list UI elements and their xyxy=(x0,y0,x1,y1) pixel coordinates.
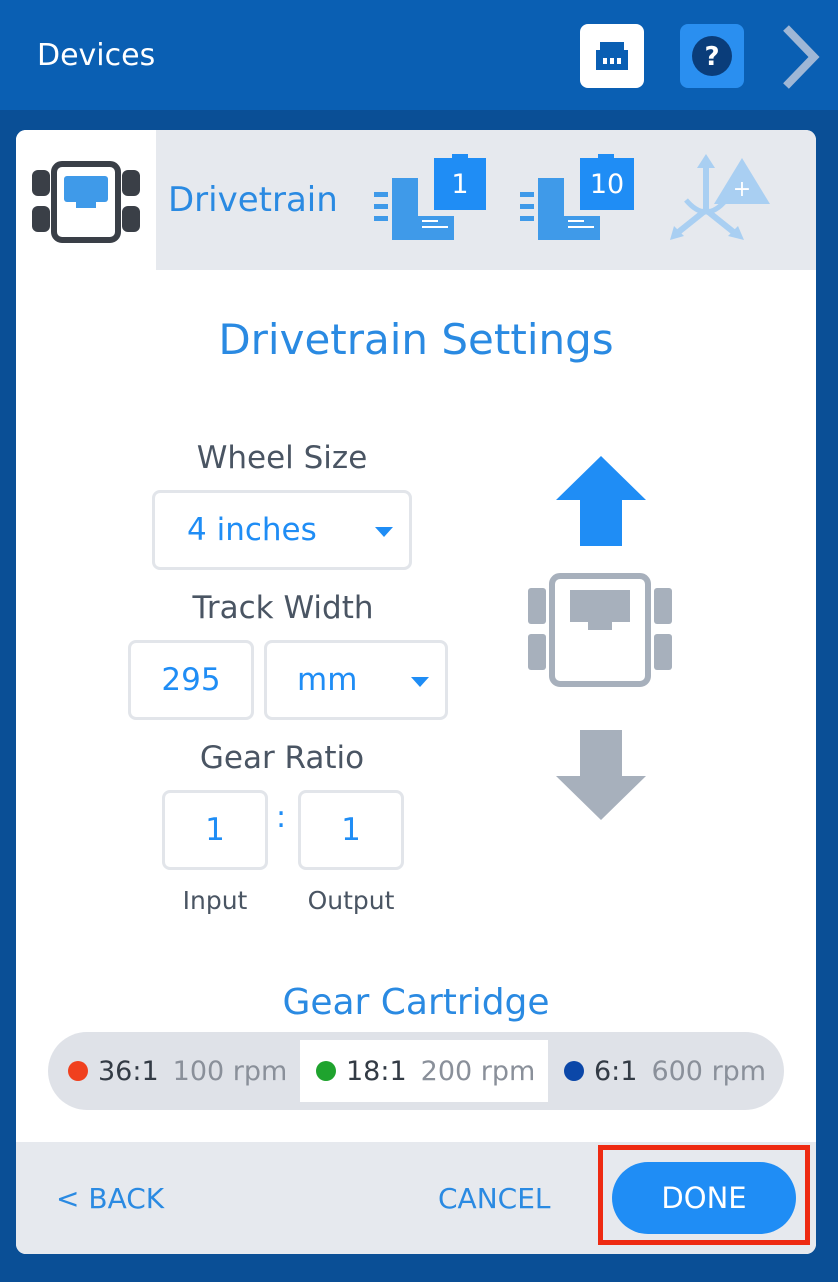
gear-ratio-input-value: 1 xyxy=(205,812,225,848)
robot-top-view-icon xyxy=(528,573,672,687)
port-button[interactable] xyxy=(580,24,644,88)
cancel-button[interactable]: CANCEL xyxy=(438,1182,551,1215)
ethernet-port-icon xyxy=(596,42,628,70)
done-highlight-box xyxy=(598,1145,810,1245)
wheel-size-select[interactable]: 4 inches xyxy=(152,490,412,570)
gear-ratio-output-value: 1 xyxy=(341,812,361,848)
cartridge-ratio: 6:1 xyxy=(594,1055,638,1087)
top-bar: Devices ? xyxy=(0,0,838,110)
arrow-up-icon xyxy=(556,456,646,546)
tab-add-sensor[interactable]: + xyxy=(666,152,776,252)
cartridge-rpm: 100 rpm xyxy=(172,1055,288,1087)
cartridge-ratio: 18:1 xyxy=(346,1055,407,1087)
gear-ratio-output-label: Output xyxy=(307,886,395,915)
svg-text:+: + xyxy=(733,177,751,202)
gear-cartridge-selector: 36:1 100 rpm 18:1 200 rpm 6:1 600 rpm xyxy=(48,1032,784,1110)
settings-title: Drivetrain Settings xyxy=(218,315,614,364)
cartridge-ratio: 36:1 xyxy=(98,1055,159,1087)
green-cartridge-dot xyxy=(316,1061,336,1081)
arrow-down-icon xyxy=(556,730,646,820)
track-width-unit-select[interactable]: mm xyxy=(264,640,448,720)
gear-ratio-label: Gear Ratio xyxy=(199,740,365,776)
svg-text:?: ? xyxy=(704,42,719,72)
ratio-separator: : xyxy=(276,800,287,835)
back-button[interactable]: < BACK xyxy=(56,1182,164,1215)
wheel-size-label: Wheel Size xyxy=(196,440,368,476)
red-cartridge-dot xyxy=(68,1061,88,1081)
cartridge-option-36-1[interactable]: 36:1 100 rpm xyxy=(68,1040,298,1102)
question-icon: ? xyxy=(692,36,732,76)
gear-ratio-input-label: Input xyxy=(182,886,248,915)
track-width-label: Track Width xyxy=(192,590,374,626)
caret-down-icon xyxy=(375,527,393,537)
track-width-input[interactable]: 295 xyxy=(128,640,254,720)
tab-motor-10[interactable]: 10 xyxy=(520,154,640,248)
cartridge-option-18-1[interactable]: 18:1 200 rpm xyxy=(300,1040,548,1102)
tab-motor-1[interactable]: 1 xyxy=(374,154,494,248)
wheel-size-value: 4 inches xyxy=(187,512,317,548)
add-gyro-sensor-icon: + xyxy=(670,154,770,240)
gear-cartridge-title: Gear Cartridge xyxy=(282,982,550,1023)
cartridge-option-6-1[interactable]: 6:1 600 rpm xyxy=(564,1040,774,1102)
chevron-right-icon[interactable] xyxy=(776,22,826,92)
gear-ratio-output-field[interactable]: 1 xyxy=(298,790,404,870)
track-width-unit: mm xyxy=(297,662,358,698)
drivetrain-panel: Drivetrain 1 10 + Drivetrain Settings Wh… xyxy=(16,130,816,1254)
motor-port-badge: 10 xyxy=(589,168,625,200)
device-tab-strip: Drivetrain 1 10 + xyxy=(16,130,816,270)
caret-down-icon xyxy=(411,677,429,687)
blue-cartridge-dot xyxy=(564,1061,584,1081)
page-title: Devices xyxy=(37,38,156,73)
help-button[interactable]: ? xyxy=(680,24,744,88)
track-width-value: 295 xyxy=(161,662,221,698)
gear-ratio-input-field[interactable]: 1 xyxy=(162,790,268,870)
tab-drivetrain-label[interactable]: Drivetrain xyxy=(168,180,338,220)
tab-drivetrain[interactable] xyxy=(16,130,156,270)
cartridge-rpm: 200 rpm xyxy=(420,1055,536,1087)
motor-port-badge: 1 xyxy=(451,168,469,200)
cartridge-rpm: 600 rpm xyxy=(651,1055,767,1087)
drivetrain-icon xyxy=(32,161,140,243)
